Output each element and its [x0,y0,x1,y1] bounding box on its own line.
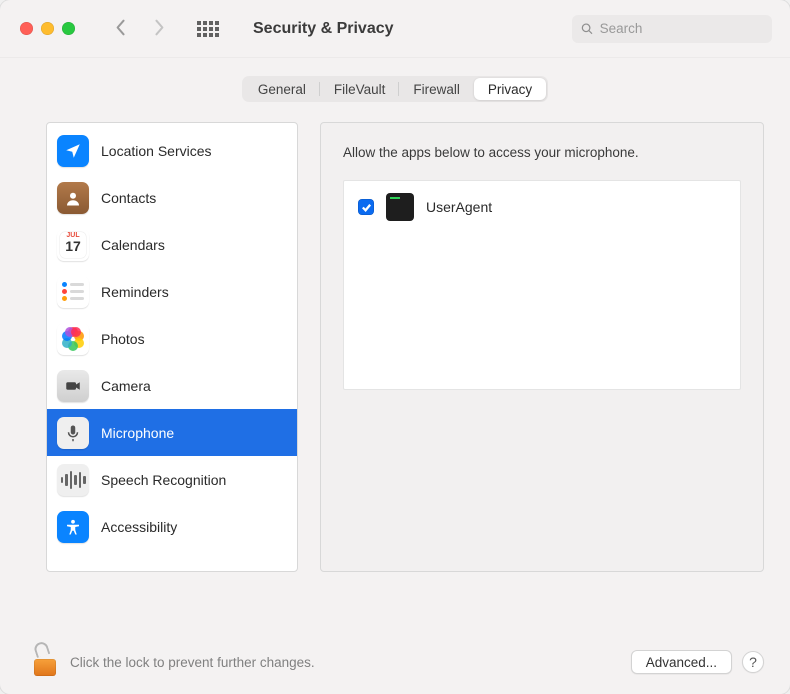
forward-button[interactable] [153,18,165,40]
sidebar-item-location[interactable]: Location Services [47,127,297,174]
detail-heading: Allow the apps below to access your micr… [343,145,741,160]
toolbar: Security & Privacy [0,0,790,58]
lock-shackle-icon [33,640,51,658]
sidebar-item-camera[interactable]: Camera [47,362,297,409]
advanced-button[interactable]: Advanced... [631,650,732,674]
photos-icon [57,323,89,355]
calendar-icon: JUL 17 [57,229,89,261]
sidebar-item-label: Microphone [101,425,174,441]
show-all-button[interactable] [197,21,219,37]
close-window-button[interactable] [20,22,33,35]
sidebar-item-label: Speech Recognition [101,472,226,488]
detail-pane: Allow the apps below to access your micr… [320,122,764,572]
sidebar-item-label: Location Services [101,143,212,159]
tab-bar: General FileVault Firewall Privacy [0,58,790,114]
sidebar-item-photos[interactable]: Photos [47,315,297,362]
minimize-window-button[interactable] [41,22,54,35]
calendar-day: 17 [65,239,81,253]
sidebar-item-label: Contacts [101,190,156,206]
contacts-icon [57,182,89,214]
tab-firewall[interactable]: Firewall [399,78,474,100]
tab-general[interactable]: General [244,78,320,100]
window-controls [20,22,75,35]
privacy-category-list[interactable]: Location Services Contacts JUL 17 [47,123,297,571]
segmented-control: General FileVault Firewall Privacy [242,76,548,102]
preferences-window: Security & Privacy General FileVault Fir… [0,0,790,694]
lock-hint-text: Click the lock to prevent further change… [70,655,315,670]
sidebar-item-calendars[interactable]: JUL 17 Calendars [47,221,297,268]
sidebar-item-label: Reminders [101,284,169,300]
footer: Click the lock to prevent further change… [0,630,790,694]
sidebar-item-contacts[interactable]: Contacts [47,174,297,221]
search-input[interactable] [600,21,763,36]
search-icon [581,22,594,36]
app-name: UserAgent [426,199,492,215]
search-field[interactable] [572,15,772,43]
sidebar-item-label: Accessibility [101,519,177,535]
sidebar-item-label: Camera [101,378,151,394]
sidebar-item-label: Photos [101,331,145,347]
app-row: UserAgent [358,193,726,221]
sidebar-item-speech[interactable]: Speech Recognition [47,456,297,503]
lock-body-icon [34,659,56,676]
reminders-icon [57,276,89,308]
help-button[interactable]: ? [742,651,764,673]
app-checkbox[interactable] [358,199,374,215]
location-arrow-icon [57,135,89,167]
window-title: Security & Privacy [253,20,394,38]
sidebar-item-microphone[interactable]: Microphone [47,409,297,456]
zoom-window-button[interactable] [62,22,75,35]
tab-filevault[interactable]: FileVault [320,78,400,100]
app-icon [386,193,414,221]
accessibility-icon [57,511,89,543]
content-area: Location Services Contacts JUL 17 [0,114,790,630]
app-permission-list: UserAgent [343,180,741,390]
lock-button[interactable] [34,648,56,676]
camera-icon [57,370,89,402]
tab-privacy[interactable]: Privacy [474,78,546,100]
speech-recognition-icon [57,464,89,496]
sidebar-item-accessibility[interactable]: Accessibility [47,503,297,550]
back-button[interactable] [115,18,127,40]
sidebar-item-label: Calendars [101,237,165,253]
sidebar-container: Location Services Contacts JUL 17 [46,122,298,572]
sidebar-item-reminders[interactable]: Reminders [47,268,297,315]
microphone-icon [57,417,89,449]
nav-buttons [115,18,165,40]
checkmark-icon [361,202,372,213]
